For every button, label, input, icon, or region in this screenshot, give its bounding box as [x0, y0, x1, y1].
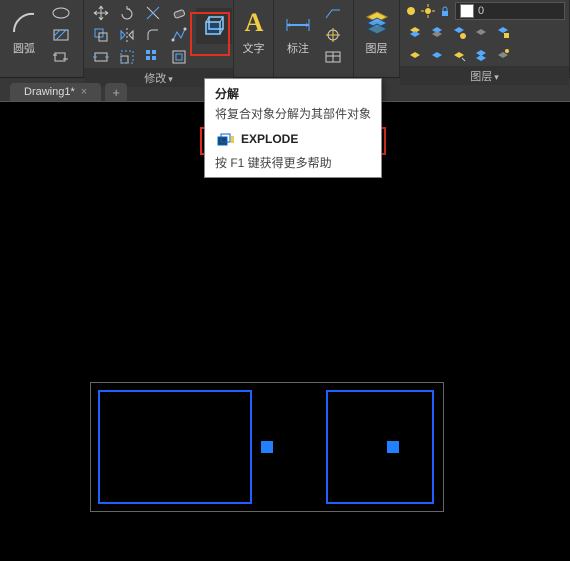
sun-icon[interactable] [421, 4, 435, 18]
text-label: 文字 [243, 40, 265, 56]
layer-copy-icon[interactable] [470, 44, 492, 66]
panel-arc: 圆弧 [0, 0, 84, 77]
layer-lock-icon[interactable] [492, 21, 514, 43]
arc-tool[interactable] [4, 2, 44, 42]
arc-label: 圆弧 [13, 40, 35, 56]
tooltip-explode: 分解 将复合对象分解为其部件对象 EXPLODE 按 F1 键获得更多帮助 [204, 78, 382, 178]
tooltip-title: 分解 [215, 85, 371, 102]
layer-properties-button[interactable] [357, 2, 397, 42]
svg-text:A: A [244, 8, 263, 37]
layer-freeze-icon[interactable] [448, 21, 470, 43]
panel-layermgr-title[interactable]: 图层▾ [400, 66, 569, 85]
grip-handle[interactable] [387, 441, 399, 453]
selected-rectangle[interactable] [326, 390, 434, 504]
panel-annotation: 标注 [274, 0, 354, 77]
tab-label: Drawing1* [24, 86, 75, 98]
layer-combo[interactable]: 0 [455, 2, 565, 20]
copy-icon[interactable] [88, 24, 114, 46]
close-icon[interactable]: × [81, 86, 87, 98]
tooltip-cmd-text: EXPLODE [241, 132, 298, 146]
dropdown-icon: ▾ [168, 74, 173, 84]
pedit-icon[interactable] [166, 24, 192, 46]
layer-cur-icon[interactable] [448, 44, 470, 66]
hatch-icon[interactable] [48, 24, 74, 46]
layer-iso-icon[interactable] [426, 21, 448, 43]
plus-icon: + [112, 85, 120, 100]
center-icon[interactable] [320, 24, 346, 46]
mirror-icon[interactable] [114, 24, 140, 46]
layer-prev-icon[interactable] [426, 44, 448, 66]
fillet-icon[interactable] [140, 24, 166, 46]
bulb-on-icon[interactable] [404, 4, 418, 18]
scale-icon[interactable] [114, 46, 140, 68]
layer-state-icon[interactable] [404, 21, 426, 43]
dropdown-icon: ▾ [494, 72, 499, 82]
dim-label: 标注 [287, 40, 309, 56]
grip-handle[interactable] [261, 441, 273, 453]
color-swatch-icon [460, 4, 474, 18]
explode-button[interactable] [196, 8, 232, 44]
layer-match-icon[interactable] [404, 44, 426, 66]
trim-icon[interactable] [140, 2, 166, 24]
panel-layers: 图层 [354, 0, 400, 77]
layer-off-icon[interactable] [470, 21, 492, 43]
ribbon-toolbar: 圆弧 [0, 0, 570, 78]
tooltip-help: 按 F1 键获得更多帮助 [215, 154, 371, 171]
panel-layer-mgr: 0 图层▾ [400, 0, 570, 77]
layers-label: 图层 [366, 40, 388, 56]
explode-icon [217, 132, 235, 146]
move-icon[interactable] [88, 2, 114, 24]
array-icon[interactable] [140, 46, 166, 68]
text-tool[interactable]: A [234, 2, 274, 42]
leader-icon[interactable] [320, 2, 346, 24]
rotate-icon[interactable] [114, 2, 140, 24]
tooltip-command: EXPLODE [211, 128, 375, 150]
tab-drawing1[interactable]: Drawing1* × [10, 83, 101, 101]
lock-icon[interactable] [438, 4, 452, 18]
tooltip-desc: 将复合对象分解为其部件对象 [215, 105, 371, 122]
layer-walk-icon[interactable] [492, 44, 514, 66]
ellipse-icon[interactable] [48, 2, 74, 24]
panel-modify: 修改▾ [84, 0, 234, 77]
offset-icon[interactable] [166, 46, 192, 68]
table-icon[interactable] [320, 46, 346, 68]
crop-icon[interactable] [48, 46, 74, 68]
dimension-tool[interactable] [278, 2, 318, 42]
tab-add-button[interactable]: + [105, 83, 127, 101]
stretch-icon[interactable] [88, 46, 114, 68]
panel-text: A 文字 [234, 0, 274, 77]
layer-name: 0 [478, 5, 484, 17]
selected-rectangle[interactable] [98, 390, 252, 504]
erase-icon[interactable] [166, 2, 192, 24]
